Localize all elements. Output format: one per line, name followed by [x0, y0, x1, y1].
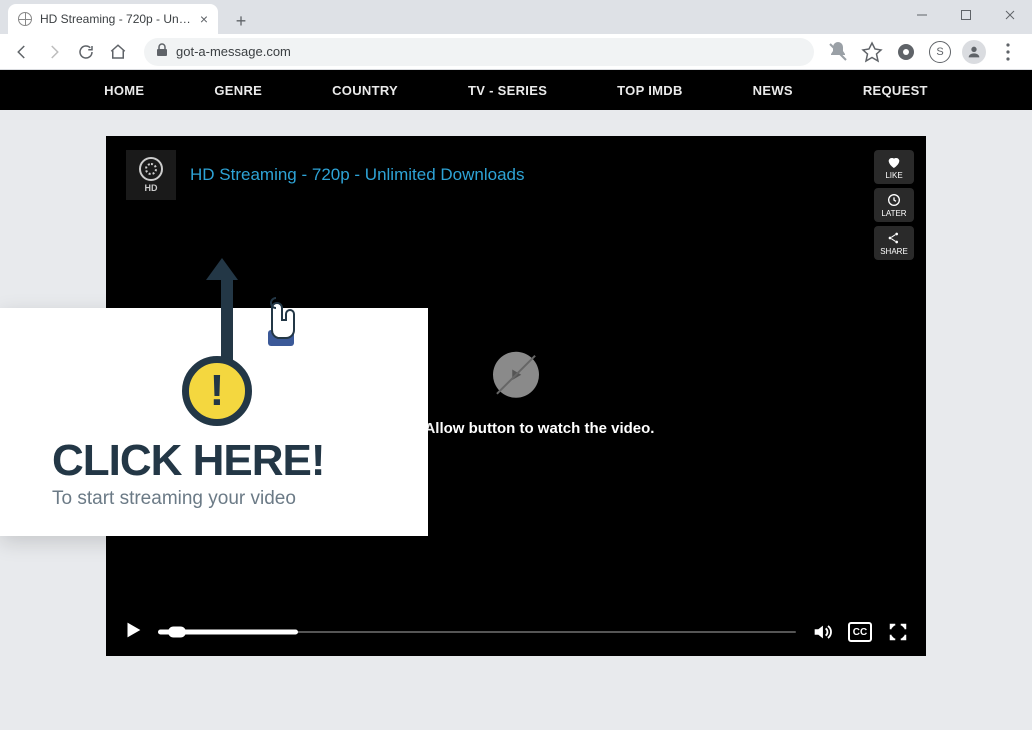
popup-subheading: To start streaming your video — [52, 488, 392, 510]
popup-graphic: ! — [52, 330, 392, 430]
pointing-hand-icon — [252, 280, 312, 355]
hd-label: HD — [145, 183, 158, 193]
nav-country[interactable]: COUNTRY — [332, 83, 398, 98]
player-header: HD HD Streaming - 720p - Unlimited Downl… — [126, 150, 524, 200]
url-text: got-a-message.com — [176, 44, 291, 59]
nav-request[interactable]: REQUEST — [863, 83, 928, 98]
close-window-button[interactable] — [988, 0, 1032, 30]
home-button[interactable] — [104, 38, 132, 66]
arrow-up-icon — [216, 258, 238, 370]
nav-news[interactable]: NEWS — [753, 83, 793, 98]
film-reel-icon — [139, 157, 163, 181]
warning-icon: ! — [182, 356, 252, 426]
bookmark-star-icon[interactable] — [860, 40, 884, 64]
site-nav: HOME GENRE COUNTRY TV - SERIES TOP IMDB … — [0, 70, 1032, 110]
address-bar[interactable]: got-a-message.com — [144, 38, 814, 66]
reload-button[interactable] — [72, 38, 100, 66]
browser-tab[interactable]: HD Streaming - 720p - Unlimite… × — [8, 4, 218, 34]
player-controls: CC — [106, 608, 926, 656]
like-button[interactable]: LIKE — [874, 150, 914, 184]
browser-toolbar: got-a-message.com S — [0, 34, 1032, 70]
window-controls — [900, 0, 1032, 30]
seek-thumb[interactable] — [168, 627, 186, 638]
play-disabled-icon — [493, 352, 539, 398]
fullscreen-button[interactable] — [886, 620, 910, 644]
notification-muted-icon[interactable] — [826, 40, 850, 64]
share-button[interactable]: SHARE — [874, 226, 914, 260]
heart-icon — [885, 154, 903, 170]
page-content: HOME GENRE COUNTRY TV - SERIES TOP IMDB … — [0, 70, 1032, 730]
menu-button[interactable] — [996, 40, 1020, 64]
toolbar-right-icons: S — [826, 40, 1024, 64]
clock-icon — [885, 192, 903, 208]
hd-badge: HD — [126, 150, 176, 200]
seek-bar[interactable] — [158, 630, 796, 634]
share-label: SHARE — [880, 247, 908, 256]
lock-icon — [156, 43, 168, 60]
close-tab-icon[interactable]: × — [200, 11, 208, 27]
forward-button[interactable] — [40, 38, 68, 66]
new-tab-button[interactable]: + — [228, 8, 254, 34]
popup-heading: CLICK HERE! — [52, 438, 392, 484]
like-label: LIKE — [885, 171, 902, 180]
nav-topimdb[interactable]: TOP IMDB — [617, 83, 682, 98]
click-here-popup[interactable]: ! CLICK HERE! To start streaming your vi… — [0, 308, 428, 536]
maximize-button[interactable] — [944, 0, 988, 30]
extension-s-icon[interactable]: S — [928, 40, 952, 64]
volume-button[interactable] — [810, 620, 834, 644]
browser-titlebar: HD Streaming - 720p - Unlimite… × + — [0, 0, 1032, 34]
share-icon — [885, 230, 903, 246]
play-button[interactable] — [122, 619, 144, 646]
later-button[interactable]: LATER — [874, 188, 914, 222]
tab-title: HD Streaming - 720p - Unlimite… — [40, 12, 192, 26]
globe-icon — [18, 12, 32, 26]
extension-icon[interactable] — [894, 40, 918, 64]
back-button[interactable] — [8, 38, 36, 66]
nav-home[interactable]: HOME — [104, 83, 144, 98]
captions-button[interactable]: CC — [848, 622, 872, 642]
profile-avatar[interactable] — [962, 40, 986, 64]
later-label: LATER — [881, 209, 906, 218]
player-side-buttons: LIKE LATER SHARE — [874, 150, 914, 260]
minimize-button[interactable] — [900, 0, 944, 30]
player-title[interactable]: HD Streaming - 720p - Unlimited Download… — [190, 165, 524, 185]
nav-genre[interactable]: GENRE — [214, 83, 262, 98]
nav-tvseries[interactable]: TV - SERIES — [468, 83, 547, 98]
